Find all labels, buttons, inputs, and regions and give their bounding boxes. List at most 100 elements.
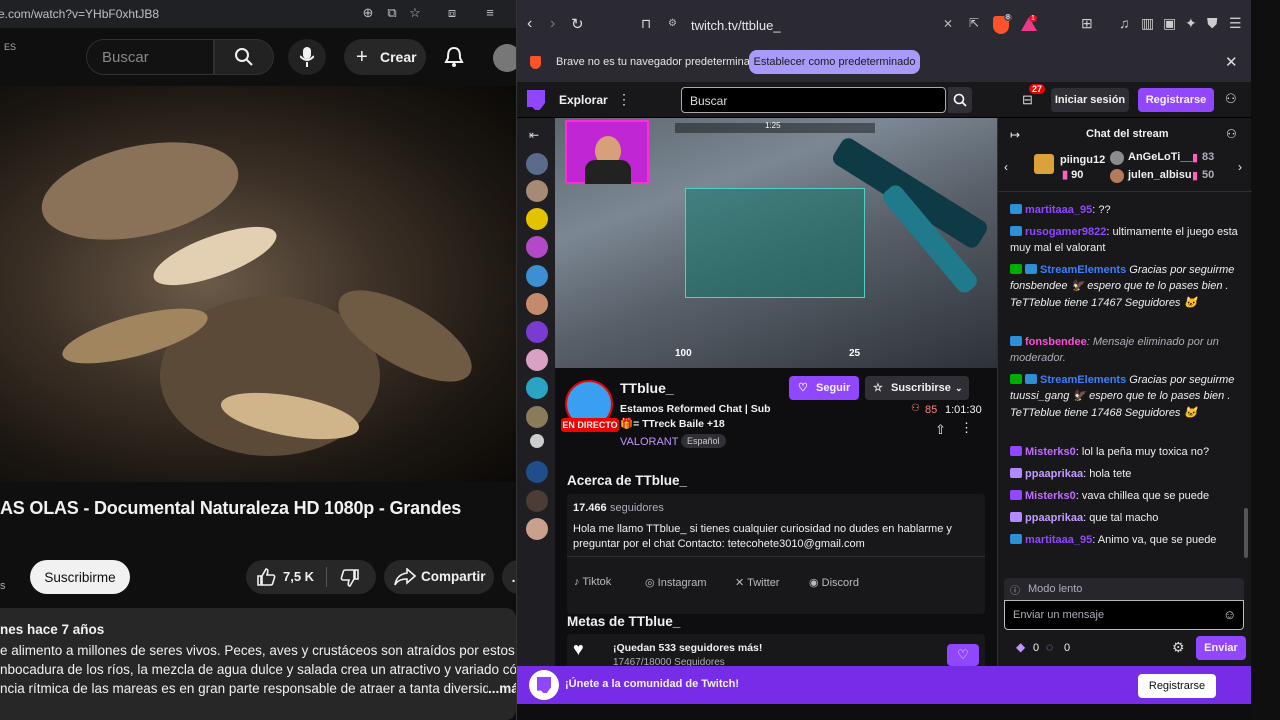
media-controls-icon[interactable]: ≡ <box>482 5 498 21</box>
leo-ai-icon[interactable]: ✦ <box>1185 15 1197 32</box>
chat-message-list[interactable]: martitaaa_95: ?? rusogamer9822: ultimame… <box>998 196 1244 566</box>
chat-username[interactable]: fonsbendee <box>1025 336 1087 348</box>
set-default-button[interactable]: Establecer como predeterminado <box>749 50 920 74</box>
gifter-name[interactable]: piingu12 <box>1060 154 1105 166</box>
emote-picker-icon[interactable]: ☺ <box>1223 607 1236 622</box>
chat-username[interactable]: rusogamer9822 <box>1025 226 1106 238</box>
bookmark-icon[interactable]: ⊓ <box>641 16 651 32</box>
chat-username[interactable]: ppaaprikaa <box>1025 468 1083 480</box>
subscribe-button[interactable]: ☆ Suscribirse ⌄ <box>865 376 969 400</box>
gifter-name[interactable]: julen_albisu <box>1128 169 1192 181</box>
channel-avatar[interactable] <box>526 236 548 258</box>
goal-follow-button[interactable]: ♡ <box>947 644 979 666</box>
chat-username[interactable]: Misterks0 <box>1025 490 1076 502</box>
login-button[interactable]: Iniciar sesión <box>1051 88 1129 112</box>
vpn-icon[interactable]: ⛊ <box>1207 15 1218 32</box>
chevron-left-icon[interactable]: ‹ <box>1004 160 1008 174</box>
translate-icon[interactable]: ⨯ <box>943 16 953 30</box>
instagram-link[interactable]: ◎ Instagram <box>645 576 707 589</box>
banner-signup-button[interactable]: Registrarse <box>1138 674 1216 698</box>
send-button[interactable]: Enviar <box>1196 636 1246 660</box>
twitch-search-input[interactable]: Buscar <box>681 87 946 113</box>
twitter-link[interactable]: ✕ Twitter <box>735 576 779 589</box>
yt-search-button[interactable] <box>214 39 274 75</box>
bell-icon[interactable] <box>444 46 464 68</box>
channel-avatar[interactable] <box>526 293 548 315</box>
chat-settings-icon[interactable]: ⚙ <box>1172 639 1185 656</box>
collapse-chat-icon[interactable]: ↦ <box>1010 128 1020 142</box>
chat-username[interactable]: StreamElements <box>1040 374 1126 386</box>
bits-icon[interactable]: ◆ <box>1016 640 1025 654</box>
collapse-sidebar-icon[interactable]: ⇤ <box>529 128 539 142</box>
more-menu-icon[interactable]: ⋮ <box>617 91 631 108</box>
channel-avatar[interactable] <box>526 265 548 287</box>
channel-avatar[interactable] <box>526 518 548 540</box>
twitch-logo-icon[interactable] <box>527 90 545 110</box>
music-icon[interactable]: ♫ <box>1119 15 1130 31</box>
chat-scrollbar[interactable] <box>1244 208 1248 568</box>
chat-scrollbar-thumb[interactable] <box>1244 508 1248 558</box>
chat-input[interactable]: Enviar un mensaje ☺ <box>1004 600 1244 630</box>
bookmark-star-icon[interactable]: ☆ <box>407 5 423 21</box>
channel-avatar[interactable] <box>526 208 548 230</box>
yt-video-player[interactable] <box>0 86 516 482</box>
screenshot-icon[interactable]: ⧉ <box>384 5 400 21</box>
show-more-link[interactable]: ...má <box>488 679 516 698</box>
yt-address-bar[interactable]: e.com/watch?v=YHbF0xhtJB8 ⊕ ⧉ ☆ ⧈ ≡ <box>0 0 520 28</box>
subscribe-button[interactable]: Suscribirme <box>30 560 130 594</box>
address-bar[interactable]: twitch.tv/ttblue_ <box>665 12 933 40</box>
community-icon[interactable]: ⚇ <box>1226 127 1237 141</box>
back-icon[interactable]: ‹ <box>527 15 532 33</box>
share-icon[interactable]: ⇧ <box>935 422 946 438</box>
discord-link[interactable]: ◉ Discord <box>809 576 859 589</box>
chevron-right-icon[interactable]: › <box>1238 160 1242 174</box>
extensions-icon[interactable]: ⧈ <box>444 5 460 21</box>
thumbs-down-icon[interactable] <box>340 568 360 588</box>
voice-search-button[interactable] <box>288 39 326 75</box>
sidebar-icon[interactable]: ⊞ <box>1081 15 1093 32</box>
chat-username[interactable]: martitaaa_95 <box>1025 204 1092 216</box>
channel-name[interactable]: TTblue_ <box>620 380 674 396</box>
channel-points-icon[interactable]: ◌ <box>1046 640 1053 654</box>
tiktok-link[interactable]: ♪ Tiktok <box>574 576 611 588</box>
reload-icon[interactable]: ↻ <box>571 15 584 33</box>
channel-avatar[interactable] <box>526 153 548 175</box>
url-text: twitch.tv/ttblue_ <box>691 18 781 33</box>
gifter-name[interactable]: AnGeLoTi__ <box>1128 151 1193 163</box>
share-page-icon[interactable]: ⇱ <box>969 16 979 30</box>
chat-username[interactable]: ppaaprikaa <box>1025 512 1083 524</box>
chat-username[interactable]: martitaaa_95 <box>1025 534 1092 546</box>
chat-username[interactable]: StreamElements <box>1040 264 1126 276</box>
camera-icon[interactable] <box>530 434 544 448</box>
twitch-search-button[interactable] <box>948 87 972 113</box>
explore-link[interactable]: Explorar <box>559 93 608 107</box>
channel-avatar[interactable] <box>526 377 548 399</box>
more-options-icon[interactable]: ⋮ <box>960 420 973 436</box>
channel-avatar[interactable] <box>526 490 548 512</box>
channel-avatar[interactable] <box>526 180 548 202</box>
close-icon[interactable]: ✕ <box>1225 53 1238 71</box>
zoom-icon[interactable]: ⊕ <box>360 5 376 21</box>
channel-avatar[interactable] <box>526 321 548 343</box>
follow-button[interactable]: ♡ Seguir <box>789 376 859 400</box>
language-tag[interactable]: Español <box>681 434 726 448</box>
chat-username[interactable]: Misterks0 <box>1025 446 1076 458</box>
like-button[interactable]: 7,5 K <box>246 560 326 594</box>
channel-avatar[interactable] <box>526 349 548 371</box>
signup-button[interactable]: Registrarse <box>1138 88 1214 112</box>
user-icon[interactable]: ⚇ <box>1225 91 1237 107</box>
yt-search-input[interactable]: Buscar <box>86 39 214 75</box>
game-link[interactable]: VALORANT <box>620 436 678 448</box>
share-button[interactable]: Compartir <box>384 560 494 594</box>
yt-url-text[interactable]: e.com/watch?v=YHbF0xhtJB8 <box>0 7 159 21</box>
stream-player[interactable]: 1:25 100 25 <box>555 118 997 368</box>
menu-icon[interactable]: ☰ <box>1229 15 1242 32</box>
forward-icon[interactable]: › <box>550 15 555 33</box>
wallet-icon[interactable]: ▣ <box>1163 15 1176 32</box>
channel-avatar[interactable] <box>526 406 548 428</box>
inbox-icon[interactable]: ⊟ <box>1022 92 1033 108</box>
create-button[interactable]: + Crear <box>344 39 426 75</box>
channel-avatar[interactable] <box>526 461 548 483</box>
video-description[interactable]: nes hace 7 años e alimento a millones de… <box>0 608 516 720</box>
tabs-panel-icon[interactable]: ▥ <box>1141 15 1154 32</box>
